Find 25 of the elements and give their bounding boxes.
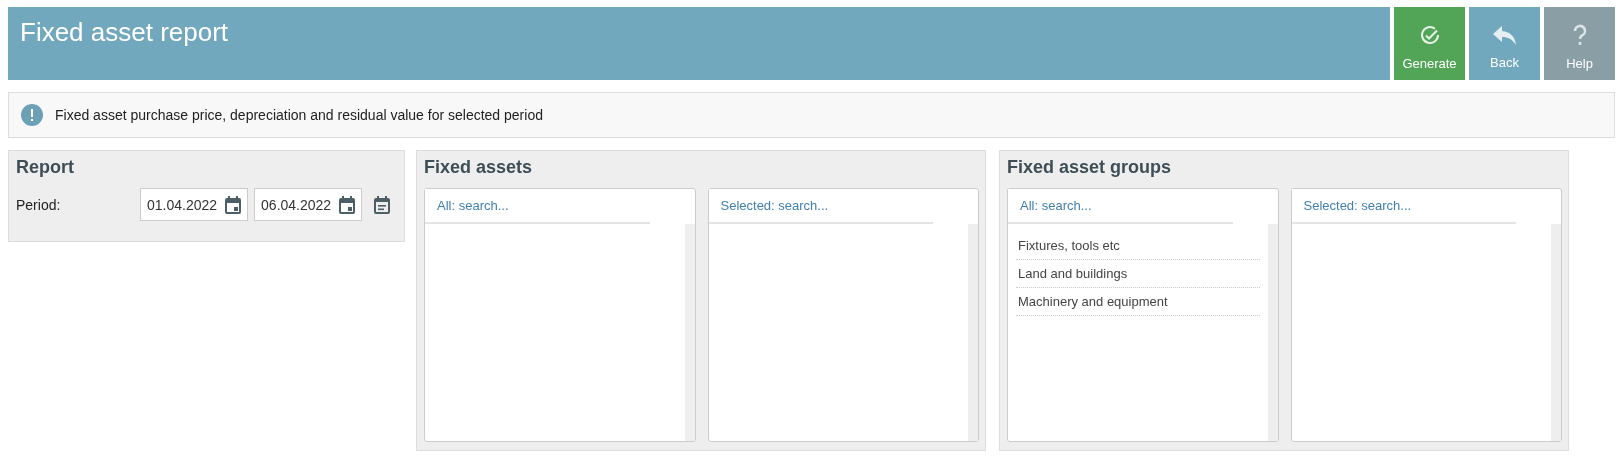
period-label: Period: bbox=[16, 196, 62, 213]
list-item[interactable]: Machinery and equipment bbox=[1016, 288, 1260, 316]
calendar-icon bbox=[225, 195, 242, 214]
help-icon bbox=[1571, 24, 1588, 48]
calendar-list-icon[interactable] bbox=[374, 195, 391, 214]
date-field[interactable]: 01.04.2022 bbox=[140, 188, 249, 221]
search-field[interactable]: All: search... bbox=[1008, 189, 1233, 224]
list-item[interactable]: Fixtures, tools etc bbox=[1016, 232, 1260, 260]
page-title: Fixed asset report bbox=[20, 17, 229, 47]
calendar-icon bbox=[339, 195, 356, 214]
panel-title: Report bbox=[16, 157, 75, 178]
scrollbar[interactable] bbox=[1267, 224, 1278, 441]
reply-arrow-icon bbox=[1491, 25, 1518, 47]
search-field[interactable]: All: search... bbox=[425, 189, 650, 224]
scrollbar[interactable] bbox=[684, 224, 695, 441]
info-text: Fixed asset purchase price, depreciation and residual value for selected period bbox=[55, 107, 543, 123]
search-field[interactable]: Selected: search... bbox=[1291, 189, 1516, 224]
scrollbar[interactable] bbox=[1551, 224, 1561, 441]
info-icon bbox=[21, 104, 43, 126]
list-item[interactable]: Land and buildings bbox=[1016, 260, 1260, 288]
scrollbar[interactable] bbox=[968, 224, 978, 441]
panel-title: Fixed asset groups bbox=[1007, 157, 1173, 178]
date-field[interactable]: 06.04.2022 bbox=[254, 188, 363, 221]
panel-title: Fixed assets bbox=[424, 157, 534, 178]
search-field[interactable]: Selected: search... bbox=[708, 189, 933, 224]
